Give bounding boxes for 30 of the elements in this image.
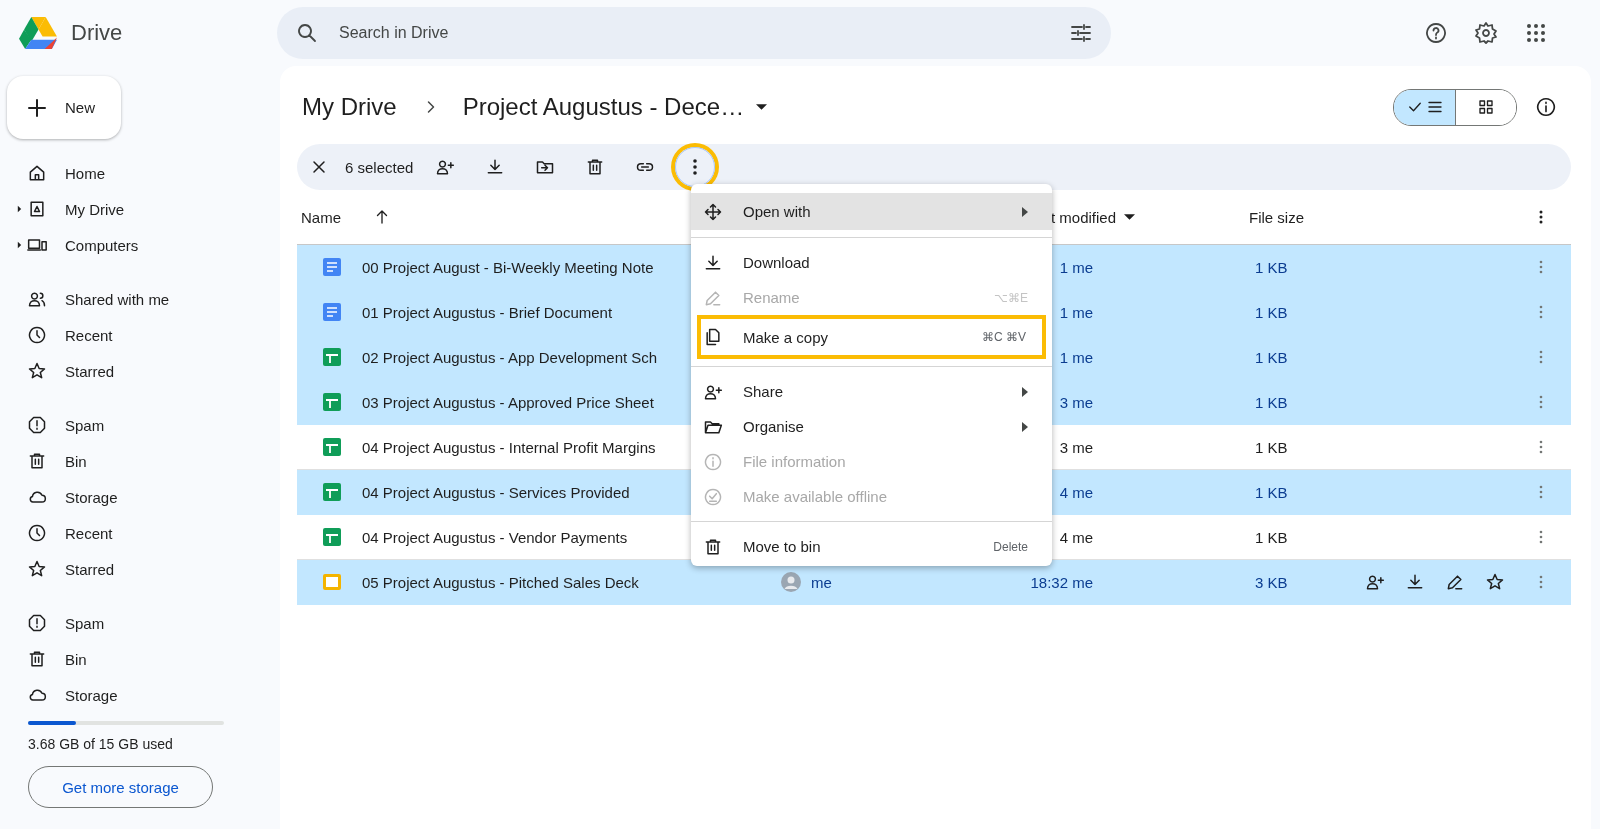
file-size: 1 KB [1255, 348, 1288, 366]
file-size: 1 KB [1255, 258, 1288, 276]
shortcut-hint: ⌥⌘E [994, 290, 1028, 305]
modified-date: 4 me [1059, 528, 1093, 546]
modified-date: 18:32 me [1030, 573, 1093, 591]
owner-name: me [811, 573, 832, 591]
file-name: 04 Project Augustus - Vendor Payments [362, 528, 628, 546]
modified-date: 1 me [1059, 258, 1093, 276]
modified-date: 4 me [1059, 483, 1093, 501]
file-name: 00 Project August - Bi-Weekly Meeting Note [362, 258, 654, 276]
file-size: 1 KB [1255, 303, 1288, 321]
modified-date: 3 me [1059, 393, 1093, 411]
file-name: 03 Project Augustus - Approved Price Sheet [362, 393, 654, 411]
storage-usage: 3.68 GB of 15 GB used [28, 736, 174, 752]
file-name: 02 Project Augustus - App Development Sch [362, 348, 658, 366]
file-size: 1 KB [1255, 393, 1288, 411]
file-size: 1 KB [1255, 483, 1288, 501]
file-name: 01 Project Augustus - Brief Document [362, 303, 613, 321]
file-size: 3 KB [1255, 573, 1288, 591]
file-name: 05 Project Augustus - Pitched Sales Deck [362, 573, 639, 591]
app-name: Drive [71, 20, 123, 46]
shortcut-hint: Delete [993, 539, 1028, 554]
file-size: 1 KB [1255, 438, 1288, 456]
modified-date: 3 me [1059, 438, 1093, 456]
modified-date: 1 me [1059, 303, 1093, 321]
modified-date: 1 me [1059, 348, 1093, 366]
selection-count: 6 selected [345, 158, 414, 176]
file-name: 04 Project Augustus - Internal Profit Margins [362, 438, 656, 456]
file-name: 04 Project Augustus - Services Provided [362, 483, 630, 501]
file-size: 1 KB [1255, 528, 1288, 546]
